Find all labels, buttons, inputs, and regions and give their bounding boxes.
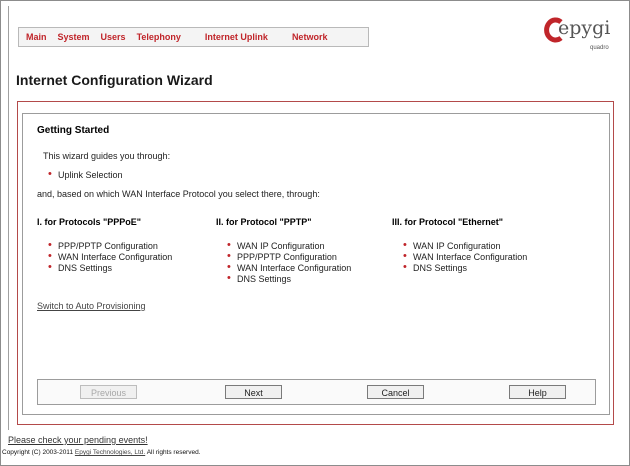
column-heading-ethernet: III. for Protocol "Ethernet": [392, 217, 504, 227]
page-left-edge: [8, 6, 9, 430]
logo-sub-text: quadro: [590, 45, 609, 51]
list-item: WAN Interface Configuration: [48, 250, 172, 262]
column-heading-pptp: II. for Protocol "PPTP": [216, 217, 312, 227]
transition-text: and, based on which WAN Interface Protoc…: [37, 189, 320, 199]
section-title: Getting Started: [37, 125, 110, 136]
list-item: DNS Settings: [48, 261, 112, 273]
help-button[interactable]: Help: [509, 385, 566, 399]
epygi-logo: epygi quadro: [543, 17, 613, 57]
previous-button[interactable]: Previous: [80, 385, 137, 399]
menu-item-internet-uplink[interactable]: Internet Uplink: [205, 32, 268, 42]
copyright-suffix: All rights reserved.: [146, 449, 201, 456]
page-title: Internet Configuration Wizard: [16, 72, 213, 88]
logo-brand-text: epygi: [558, 17, 611, 39]
intro-text: This wizard guides you through:: [43, 151, 171, 161]
cancel-button[interactable]: Cancel: [367, 385, 424, 399]
list-item: WAN IP Configuration: [227, 239, 324, 251]
auto-provisioning-link[interactable]: Switch to Auto Provisioning: [37, 301, 146, 311]
first-step-item: Uplink Selection: [48, 168, 122, 180]
column-heading-pppoe: I. for Protocols "PPPoE": [37, 217, 142, 227]
copyright-notice: Copyright (C) 2003-2011 Epygi Technologi…: [2, 449, 201, 456]
list-item: DNS Settings: [227, 272, 291, 284]
menu-item-users[interactable]: Users: [101, 32, 126, 42]
pending-events-link[interactable]: Please check your pending events!: [8, 435, 148, 445]
menu-item-system[interactable]: System: [58, 32, 90, 42]
company-link[interactable]: Epygi Technologies, Ltd.: [75, 449, 145, 456]
menu-item-network[interactable]: Network: [292, 32, 328, 42]
list-item: DNS Settings: [403, 261, 467, 273]
list-item: PPP/PPTP Configuration: [227, 250, 337, 262]
menu-item-main[interactable]: Main: [26, 32, 47, 42]
next-button[interactable]: Next: [225, 385, 282, 399]
menu-item-telephony[interactable]: Telephony: [137, 32, 181, 42]
list-item: WAN Interface Configuration: [227, 261, 351, 273]
list-item: WAN Interface Configuration: [403, 250, 527, 262]
list-item: WAN IP Configuration: [403, 239, 500, 251]
main-menu-bar: Main System Users Telephony Internet Upl…: [18, 27, 369, 47]
copyright-prefix: Copyright (C) 2003-2011: [2, 449, 74, 456]
list-item: PPP/PPTP Configuration: [48, 239, 158, 251]
